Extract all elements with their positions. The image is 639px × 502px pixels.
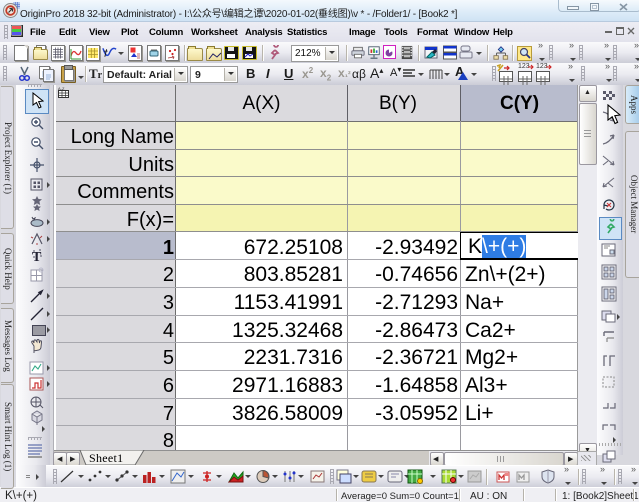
svg-text:A-Z: A-Z [58, 87, 65, 91]
